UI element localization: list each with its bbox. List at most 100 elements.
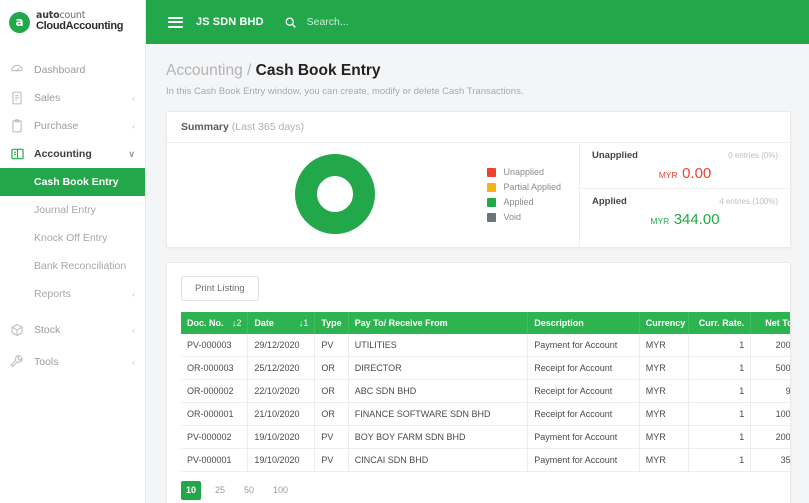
sidebar-item-journal-entry[interactable]: Journal Entry <box>0 196 145 224</box>
legend-swatch-icon <box>487 167 497 177</box>
table-row[interactable]: PV-000001 19/10/2020 PV CINCAI SDN BHD Payme… <box>181 448 790 472</box>
table-cell: Receipt for Account <box>527 402 640 426</box>
page-header: Accounting / Cash Book Entry In this Cas… <box>146 44 809 97</box>
page-size-option-100[interactable]: 100 <box>268 481 293 500</box>
table-cell: 1 <box>688 356 752 380</box>
table-header-cell[interactable]: Doc. No. ↓2 <box>181 311 249 334</box>
sidebar-item-purchase[interactable]: Purchase ‹ <box>0 112 145 140</box>
table-cell: 29/12/2020 <box>247 333 316 357</box>
chevron-down-icon: ∨ <box>128 148 135 159</box>
table-cell: 19/10/2020 <box>247 448 316 472</box>
table-header-row: Doc. No. ↓2 Date ↓1 Type Pay To/ Receive From… <box>181 311 790 334</box>
table-row[interactable]: OR-000003 25/12/2020 OR DIRECTOR Receipt for… <box>181 356 790 380</box>
brand-logo[interactable]: a autocount CloudAccounting <box>0 0 145 44</box>
legend-item-void[interactable]: Void <box>487 210 561 225</box>
table-header-cell[interactable]: Net Total <box>750 311 790 334</box>
sidebar-item-stock[interactable]: Stock ‹ <box>0 316 145 344</box>
table-header-cell[interactable]: Description <box>527 311 640 334</box>
page-size-option-10[interactable]: 10 <box>181 480 202 500</box>
table-cell: MYR <box>639 402 690 426</box>
stat-currency: MYR <box>658 169 678 180</box>
breadcrumb-parent[interactable]: Accounting <box>166 62 243 79</box>
chevron-left-icon: ‹ <box>132 324 135 335</box>
table-header-label: Date <box>254 317 274 328</box>
hamburger-icon[interactable] <box>168 16 183 28</box>
sidebar-item-reports[interactable]: Reports ‹ <box>0 280 145 308</box>
sidebar-item-label: Sales <box>34 92 61 104</box>
legend-label: Void <box>503 212 521 223</box>
legend-label: Unapplied <box>503 167 544 178</box>
sidebar-item-accounting[interactable]: Accounting ∨ <box>0 140 145 168</box>
table-cell: PV <box>314 425 349 449</box>
table-cell: Receipt for Account <box>527 379 640 403</box>
sidebar-item-bank-reconciliation[interactable]: Bank Reconciliation <box>0 252 145 280</box>
legend-item-applied[interactable]: Applied <box>487 195 561 210</box>
table-row[interactable]: PV-000003 29/12/2020 PV UTILITIES Payment fo… <box>181 333 790 357</box>
stat-entries: 0 entries (0%) <box>728 150 778 160</box>
sidebar-item-knock-off-entry[interactable]: Knock Off Entry <box>0 224 145 252</box>
sidebar-subitem-label: Reports <box>34 288 71 300</box>
accounting-icon <box>9 146 25 162</box>
table-header-cell[interactable]: Type <box>314 311 349 334</box>
search-input[interactable] <box>306 16 467 28</box>
sidebar: a autocount CloudAccounting Dashboard Sa… <box>0 0 146 503</box>
stat-header: Unapplied 0 entries (0%) <box>592 150 778 161</box>
stat-currency: MYR <box>650 215 670 226</box>
stat-entries: 4 entries (100%) <box>719 196 778 206</box>
cash-book-table: Doc. No. ↓2 Date ↓1 Type Pay To/ Receive From… <box>181 311 790 472</box>
sidebar-item-cash-book-entry[interactable]: Cash Book Entry <box>0 168 145 196</box>
table-cell: MYR <box>639 333 690 357</box>
sidebar-subitem-label: Journal Entry <box>34 204 96 216</box>
table-head: Doc. No. ↓2 Date ↓1 Type Pay To/ Receive From… <box>181 311 790 334</box>
page-size-option-50[interactable]: 50 <box>239 481 259 500</box>
table-header-label: Currency <box>645 317 686 328</box>
wrench-icon <box>9 354 25 370</box>
table-row[interactable]: OR-000002 22/10/2020 OR ABC SDN BHD Receipt … <box>181 379 790 403</box>
table-cell: Payment for Account <box>527 333 640 357</box>
table-cell: 200.00 <box>750 425 790 449</box>
table-row[interactable]: PV-000002 19/10/2020 PV BOY BOY FARM SDN BH… <box>181 425 790 449</box>
search-icon[interactable] <box>284 16 297 29</box>
sidebar-item-tools[interactable]: Tools ‹ <box>0 348 145 376</box>
table-header-label: Description <box>534 317 584 328</box>
table-cell: OR <box>314 356 349 380</box>
sidebar-subitem-label: Cash Book Entry <box>34 176 119 188</box>
table-header-cell[interactable]: Curr. Rate. <box>688 311 752 334</box>
table-cell: BOY BOY FARM SDN BHD <box>348 425 529 449</box>
table-cell: OR <box>314 379 349 403</box>
table-cell: MYR <box>639 425 690 449</box>
sidebar-item-dashboard[interactable]: Dashboard <box>0 56 145 84</box>
print-listing-button[interactable]: Print Listing <box>181 275 259 301</box>
table-cell: OR-000003 <box>181 356 249 380</box>
table-scroll-container[interactable]: Doc. No. ↓2 Date ↓1 Type Pay To/ Receive From… <box>167 311 790 472</box>
summary-title-text: Summary <box>181 120 229 133</box>
summary-stats-column: Unapplied 0 entries (0%) MYR 0.00 Applie… <box>579 142 790 247</box>
page-size-option-25[interactable]: 25 <box>210 481 230 500</box>
sidebar-item-label: Accounting <box>34 148 92 160</box>
table-cell: OR-000001 <box>181 402 249 426</box>
table-row[interactable]: OR-000001 21/10/2020 OR FINANCE SOFTWARE SD… <box>181 402 790 426</box>
donut-chart <box>295 153 375 239</box>
table-header-cell[interactable]: Currency <box>639 311 690 334</box>
table-cell: DIRECTOR <box>348 356 529 380</box>
dashboard-icon <box>9 62 25 78</box>
sidebar-subitem-label: Bank Reconciliation <box>34 260 127 272</box>
table-cell: UTILITIES <box>348 333 529 357</box>
donut-chart-svg <box>295 153 375 234</box>
table-header-cell[interactable]: Pay To/ Receive From <box>348 311 529 334</box>
table-cell: PV-000002 <box>181 425 249 449</box>
main-area: JS SDN BHD Accounting / Cash Book Entry … <box>146 0 809 503</box>
table-cell: 1 <box>688 379 752 403</box>
sidebar-item-sales[interactable]: Sales ‹ <box>0 84 145 112</box>
stat-value: MYR 0.00 <box>592 165 778 183</box>
table-header-cell[interactable]: Date ↓1 <box>247 311 316 334</box>
stat-label: Applied <box>592 195 627 207</box>
summary-card-title: Summary (Last 365 days) <box>167 112 790 143</box>
legend-item-partial-applied[interactable]: Partial Applied <box>487 180 561 195</box>
table-cell: PV-000001 <box>181 448 249 472</box>
table-cell: Receipt for Account <box>527 356 640 380</box>
stat-value: MYR 344.00 <box>592 211 778 229</box>
sort-indicator-icon: ↓2 <box>231 317 242 328</box>
listing-card: Print Listing Doc. No. ↓2 Date ↓1 Type Pay To… <box>166 261 791 503</box>
legend-item-unapplied[interactable]: Unapplied <box>487 165 561 180</box>
